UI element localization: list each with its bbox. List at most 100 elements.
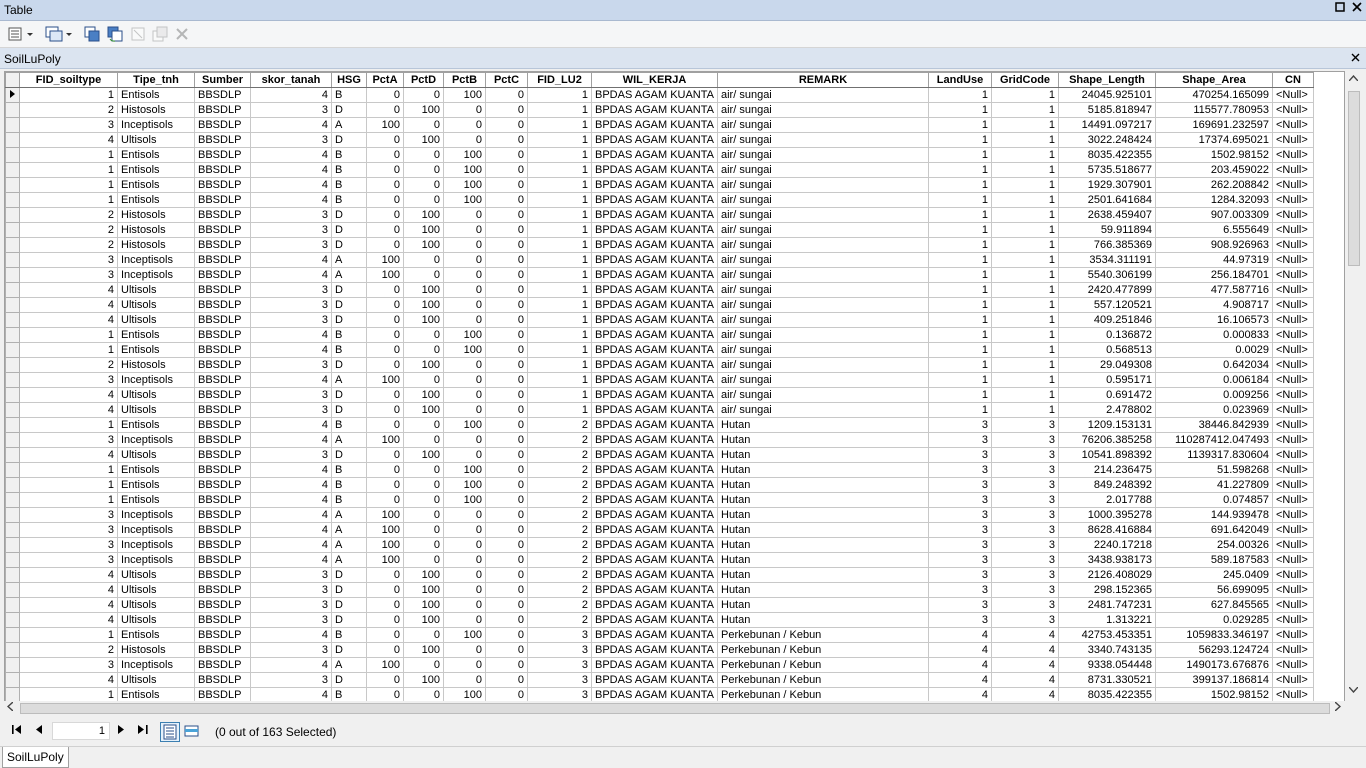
table-cell[interactable]: 44.97319 — [1155, 252, 1273, 268]
table-cell[interactable]: 3 — [19, 372, 118, 388]
column-header[interactable]: LandUse — [928, 72, 992, 88]
table-row[interactable]: 2 Histosols BBSDLP 3 D 0 100 0 0 1 BPDAS AGAM KUAN… — [5, 102, 1314, 118]
table-cell[interactable]: 1 — [527, 312, 592, 328]
table-cell[interactable]: 2 — [19, 642, 118, 658]
table-cell[interactable]: 3 — [19, 117, 118, 133]
table-cell[interactable]: 1 — [19, 177, 118, 193]
table-cell[interactable]: 907.003309 — [1155, 207, 1273, 223]
table-cell[interactable]: 3 — [250, 447, 332, 463]
table-cell[interactable]: 3 — [250, 312, 332, 328]
table-cell[interactable]: 0 — [366, 207, 404, 223]
table-cell[interactable]: 5540.306199 — [1058, 267, 1156, 283]
table-cell[interactable]: BBSDLP — [194, 552, 251, 568]
table-cell[interactable]: 0 — [485, 177, 528, 193]
table-cell[interactable]: 100 — [403, 672, 444, 688]
table-cell[interactable]: 41.227809 — [1155, 477, 1273, 493]
table-cell[interactable]: 0 — [485, 582, 528, 598]
previous-record-icon[interactable] — [36, 725, 42, 737]
table-cell[interactable]: 100 — [403, 132, 444, 148]
table-cell[interactable]: 298.152365 — [1058, 582, 1156, 598]
table-cell[interactable]: BBSDLP — [194, 477, 251, 493]
table-cell[interactable]: A — [331, 252, 367, 268]
table-cell[interactable]: <Null> — [1272, 192, 1314, 208]
table-cell[interactable]: BBSDLP — [194, 417, 251, 433]
table-row[interactable]: 1 Entisols BBSDLP 4 B 0 0 100 0 1 BPDAS AGAM KUANT… — [5, 192, 1314, 208]
table-cell[interactable]: Histosols — [117, 222, 195, 238]
table-cell[interactable]: BPDAS AGAM KUANTA — [591, 282, 718, 298]
table-cell[interactable]: 1 — [527, 132, 592, 148]
table-cell[interactable]: 0 — [366, 597, 404, 613]
table-cell[interactable]: BBSDLP — [194, 237, 251, 253]
column-header[interactable]: Sumber — [194, 72, 251, 88]
table-cell[interactable]: 2 — [527, 462, 592, 478]
horizontal-scroll-thumb[interactable] — [20, 703, 1330, 714]
table-cell[interactable]: 3 — [250, 672, 332, 688]
table-row[interactable]: 1 Entisols BBSDLP 4 B 0 0 100 0 1 BPDAS AGAM KUANT… — [5, 342, 1314, 358]
table-cell[interactable]: 1 — [527, 117, 592, 133]
table-cell[interactable]: 1 — [527, 267, 592, 283]
table-cell[interactable]: 0 — [485, 552, 528, 568]
table-cell[interactable]: 2420.477899 — [1058, 282, 1156, 298]
table-row[interactable]: 1 Entisols BBSDLP 4 B 0 0 100 0 2 BPDAS AGAM KUANT… — [5, 477, 1314, 493]
table-cell[interactable]: Ultisols — [117, 672, 195, 688]
table-cell[interactable]: 0 — [366, 342, 404, 358]
table-cell[interactable]: 100 — [443, 177, 486, 193]
row-selector[interactable] — [5, 447, 20, 463]
table-cell[interactable]: 100 — [443, 162, 486, 178]
table-cell[interactable]: <Null> — [1272, 672, 1314, 688]
table-cell[interactable]: 2 — [527, 612, 592, 628]
table-cell[interactable]: 0 — [366, 642, 404, 658]
table-cell[interactable]: BBSDLP — [194, 177, 251, 193]
table-cell[interactable]: 100 — [443, 462, 486, 478]
table-cell[interactable]: 0 — [485, 132, 528, 148]
table-cell[interactable]: BPDAS AGAM KUANTA — [591, 522, 718, 538]
table-cell[interactable]: 0 — [366, 147, 404, 163]
table-cell[interactable]: BBSDLP — [194, 627, 251, 643]
table-cell[interactable]: D — [331, 222, 367, 238]
table-cell[interactable]: 0 — [366, 87, 404, 103]
table-cell[interactable]: 0 — [403, 87, 444, 103]
table-cell[interactable]: 100 — [443, 492, 486, 508]
table-cell[interactable]: 3 — [19, 507, 118, 523]
select-all-cell[interactable] — [5, 72, 20, 88]
table-cell[interactable]: <Null> — [1272, 117, 1314, 133]
column-header[interactable]: WIL_KERJA — [591, 72, 718, 88]
table-cell[interactable]: BBSDLP — [194, 267, 251, 283]
table-cell[interactable]: BPDAS AGAM KUANTA — [591, 267, 718, 283]
row-selector[interactable] — [5, 552, 20, 568]
table-cell[interactable]: Hutan — [717, 537, 929, 553]
table-cell[interactable]: <Null> — [1272, 597, 1314, 613]
table-cell[interactable]: 4 — [19, 597, 118, 613]
table-cell[interactable]: Inceptisols — [117, 537, 195, 553]
table-cell[interactable]: 100 — [366, 522, 404, 538]
table-cell[interactable]: 0 — [485, 387, 528, 403]
table-cell[interactable]: 3 — [19, 537, 118, 553]
table-cell[interactable]: <Null> — [1272, 447, 1314, 463]
table-cell[interactable]: BPDAS AGAM KUANTA — [591, 162, 718, 178]
table-cell[interactable]: 0 — [403, 147, 444, 163]
table-cell[interactable]: 1 — [527, 222, 592, 238]
table-row[interactable]: 4 Ultisols BBSDLP 3 D 0 100 0 0 3 BPDAS AGAM KUANT… — [5, 672, 1314, 688]
table-cell[interactable]: 1 — [991, 252, 1059, 268]
current-record-input[interactable]: 1 — [52, 722, 110, 740]
table-cell[interactable]: Inceptisols — [117, 522, 195, 538]
table-cell[interactable]: 3 — [527, 642, 592, 658]
table-cell[interactable]: Hutan — [717, 597, 929, 613]
row-selector[interactable] — [5, 507, 20, 523]
table-cell[interactable]: Ultisols — [117, 447, 195, 463]
table-cell[interactable]: 0 — [443, 657, 486, 673]
table-cell[interactable]: D — [331, 132, 367, 148]
table-cell[interactable]: 100 — [403, 207, 444, 223]
table-cell[interactable]: 0 — [366, 477, 404, 493]
table-cell[interactable]: BPDAS AGAM KUANTA — [591, 432, 718, 448]
row-selector[interactable] — [5, 537, 20, 553]
table-cell[interactable]: 627.845565 — [1155, 597, 1273, 613]
row-selector[interactable] — [5, 117, 20, 133]
table-cell[interactable]: 0 — [485, 102, 528, 118]
table-cell[interactable]: 3 — [250, 282, 332, 298]
table-cell[interactable]: 214.236475 — [1058, 462, 1156, 478]
table-cell[interactable]: 0 — [403, 432, 444, 448]
table-row[interactable]: 3 Inceptisols BBSDLP 4 A 100 0 0 0 2 BPDAS AGAM KU… — [5, 432, 1314, 448]
table-row[interactable]: 4 Ultisols BBSDLP 3 D 0 100 0 0 1 BPDAS AGAM KUANT… — [5, 387, 1314, 403]
table-cell[interactable]: 1490173.676876 — [1155, 657, 1273, 673]
